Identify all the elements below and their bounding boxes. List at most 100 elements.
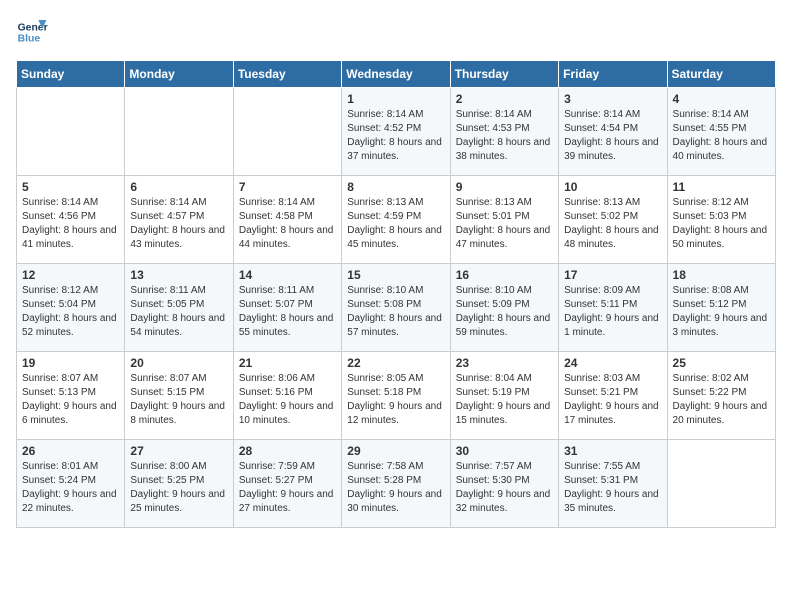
calendar-cell: 20 Sunrise: 8:07 AM Sunset: 5:15 PM Dayli… [125,352,233,440]
calendar-cell: 25Sunrise: 8:02 AM Sunset: 5:22 PM Dayli… [667,352,775,440]
calendar-cell: 13 Sunrise: 8:11 AM Sunset: 5:05 PM Dayli… [125,264,233,352]
calendar-cell: 12 Sunrise: 8:12 AM Sunset: 5:04 PM Dayli… [17,264,125,352]
cell-content: Sunrise: 8:07 AM Sunset: 5:15 PM Dayligh… [130,372,227,428]
page-header: GeneralBlue [16,16,776,48]
weekday-header-row: SundayMondayTuesdayWednesdayThursdayFrid… [17,61,776,88]
cell-content: Sunrise: 8:07 AM Sunset: 5:13 PM Dayligh… [22,372,119,428]
weekday-header-monday: Monday [125,61,233,88]
day-number: 4 [673,92,770,106]
day-number: 24 [564,356,661,370]
calendar-cell: 9 Sunrise: 8:13 AM Sunset: 5:01 PM Daylig… [450,176,558,264]
day-number: 18 [673,268,770,282]
cell-content: Sunrise: 8:06 AM Sunset: 5:16 PM Dayligh… [239,372,336,428]
calendar-cell [17,88,125,176]
day-number: 7 [239,180,336,194]
cell-content: Sunrise: 8:03 AM Sunset: 5:21 PM Dayligh… [564,372,661,428]
weekday-header-saturday: Saturday [667,61,775,88]
day-number: 3 [564,92,661,106]
calendar-cell: 8 Sunrise: 8:13 AM Sunset: 4:59 PM Daylig… [342,176,450,264]
calendar-cell: 5Sunrise: 8:14 AM Sunset: 4:56 PM Daylig… [17,176,125,264]
calendar-cell: 2Sunrise: 8:14 AM Sunset: 4:53 PM Daylig… [450,88,558,176]
calendar-cell [667,440,775,528]
cell-content: Sunrise: 8:09 AM Sunset: 5:11 PM Dayligh… [564,284,661,340]
day-number: 10 [564,180,661,194]
day-number: 21 [239,356,336,370]
cell-content: Sunrise: 8:13 AM Sunset: 5:02 PM Dayligh… [564,196,661,252]
cell-content: Sunrise: 8:12 AM Sunset: 5:04 PM Dayligh… [22,284,119,340]
weekday-header-friday: Friday [559,61,667,88]
week-row-2: 5Sunrise: 8:14 AM Sunset: 4:56 PM Daylig… [17,176,776,264]
logo: GeneralBlue [16,16,48,48]
calendar-cell: 21 Sunrise: 8:06 AM Sunset: 5:16 PM Dayli… [233,352,341,440]
calendar-cell: 18 Sunrise: 8:08 AM Sunset: 5:12 PM Dayli… [667,264,775,352]
calendar-cell: 28Sunrise: 7:59 AM Sunset: 5:27 PM Dayli… [233,440,341,528]
calendar-cell: 4 Sunrise: 8:14 AM Sunset: 4:55 PM Daylig… [667,88,775,176]
calendar-cell: 1 Sunrise: 8:14 AM Sunset: 4:52 PM Daylig… [342,88,450,176]
weekday-header-tuesday: Tuesday [233,61,341,88]
day-number: 8 [347,180,444,194]
cell-content: Sunrise: 7:58 AM Sunset: 5:28 PM Dayligh… [347,460,444,516]
day-number: 29 [347,444,444,458]
calendar-cell: 6 Sunrise: 8:14 AM Sunset: 4:57 PM Daylig… [125,176,233,264]
calendar-cell: 7 Sunrise: 8:14 AM Sunset: 4:58 PM Daylig… [233,176,341,264]
cell-content: Sunrise: 8:14 AM Sunset: 4:54 PM Dayligh… [564,108,661,164]
day-number: 26 [22,444,119,458]
calendar-cell: 29 Sunrise: 7:58 AM Sunset: 5:28 PM Dayli… [342,440,450,528]
cell-content: Sunrise: 8:08 AM Sunset: 5:12 PM Dayligh… [673,284,770,340]
weekday-header-wednesday: Wednesday [342,61,450,88]
day-number: 25 [673,356,770,370]
cell-content: Sunrise: 8:13 AM Sunset: 4:59 PM Dayligh… [347,196,444,252]
day-number: 2 [456,92,553,106]
calendar-cell: 22 Sunrise: 8:05 AM Sunset: 5:18 PM Dayli… [342,352,450,440]
cell-content: Sunrise: 8:11 AM Sunset: 5:07 PM Dayligh… [239,284,336,340]
day-number: 30 [456,444,553,458]
cell-content: Sunrise: 8:14 AM Sunset: 4:52 PM Dayligh… [347,108,444,164]
day-number: 11 [673,180,770,194]
cell-content: Sunrise: 8:13 AM Sunset: 5:01 PM Dayligh… [456,196,553,252]
cell-content: Sunrise: 8:12 AM Sunset: 5:03 PM Dayligh… [673,196,770,252]
day-number: 9 [456,180,553,194]
day-number: 20 [130,356,227,370]
calendar-cell: 11 Sunrise: 8:12 AM Sunset: 5:03 PM Dayli… [667,176,775,264]
cell-content: Sunrise: 7:55 AM Sunset: 5:31 PM Dayligh… [564,460,661,516]
week-row-4: 19 Sunrise: 8:07 AM Sunset: 5:13 PM Dayli… [17,352,776,440]
calendar-cell [125,88,233,176]
calendar-cell: 27Sunrise: 8:00 AM Sunset: 5:25 PM Dayli… [125,440,233,528]
calendar-cell [233,88,341,176]
day-number: 31 [564,444,661,458]
cell-content: Sunrise: 8:04 AM Sunset: 5:19 PM Dayligh… [456,372,553,428]
cell-content: Sunrise: 8:14 AM Sunset: 4:56 PM Dayligh… [22,196,119,252]
day-number: 12 [22,268,119,282]
logo-icon: GeneralBlue [16,16,48,48]
cell-content: Sunrise: 8:14 AM Sunset: 4:55 PM Dayligh… [673,108,770,164]
day-number: 19 [22,356,119,370]
calendar-cell: 23 Sunrise: 8:04 AM Sunset: 5:19 PM Dayli… [450,352,558,440]
day-number: 17 [564,268,661,282]
day-number: 13 [130,268,227,282]
day-number: 16 [456,268,553,282]
day-number: 14 [239,268,336,282]
calendar-cell: 26 Sunrise: 8:01 AM Sunset: 5:24 PM Dayli… [17,440,125,528]
week-row-3: 12 Sunrise: 8:12 AM Sunset: 5:04 PM Dayli… [17,264,776,352]
day-number: 23 [456,356,553,370]
cell-content: Sunrise: 8:11 AM Sunset: 5:05 PM Dayligh… [130,284,227,340]
week-row-5: 26 Sunrise: 8:01 AM Sunset: 5:24 PM Dayli… [17,440,776,528]
calendar-cell: 19 Sunrise: 8:07 AM Sunset: 5:13 PM Dayli… [17,352,125,440]
day-number: 1 [347,92,444,106]
day-number: 22 [347,356,444,370]
calendar-cell: 10 Sunrise: 8:13 AM Sunset: 5:02 PM Dayli… [559,176,667,264]
cell-content: Sunrise: 8:10 AM Sunset: 5:08 PM Dayligh… [347,284,444,340]
cell-content: Sunrise: 7:57 AM Sunset: 5:30 PM Dayligh… [456,460,553,516]
calendar-table: SundayMondayTuesdayWednesdayThursdayFrid… [16,60,776,528]
weekday-header-thursday: Thursday [450,61,558,88]
cell-content: Sunrise: 8:05 AM Sunset: 5:18 PM Dayligh… [347,372,444,428]
week-row-1: 1 Sunrise: 8:14 AM Sunset: 4:52 PM Daylig… [17,88,776,176]
day-number: 6 [130,180,227,194]
day-number: 15 [347,268,444,282]
cell-content: Sunrise: 8:14 AM Sunset: 4:57 PM Dayligh… [130,196,227,252]
cell-content: Sunrise: 8:01 AM Sunset: 5:24 PM Dayligh… [22,460,119,516]
day-number: 27 [130,444,227,458]
calendar-cell: 30 Sunrise: 7:57 AM Sunset: 5:30 PM Dayli… [450,440,558,528]
cell-content: Sunrise: 8:14 AM Sunset: 4:58 PM Dayligh… [239,196,336,252]
calendar-cell: 17 Sunrise: 8:09 AM Sunset: 5:11 PM Dayli… [559,264,667,352]
